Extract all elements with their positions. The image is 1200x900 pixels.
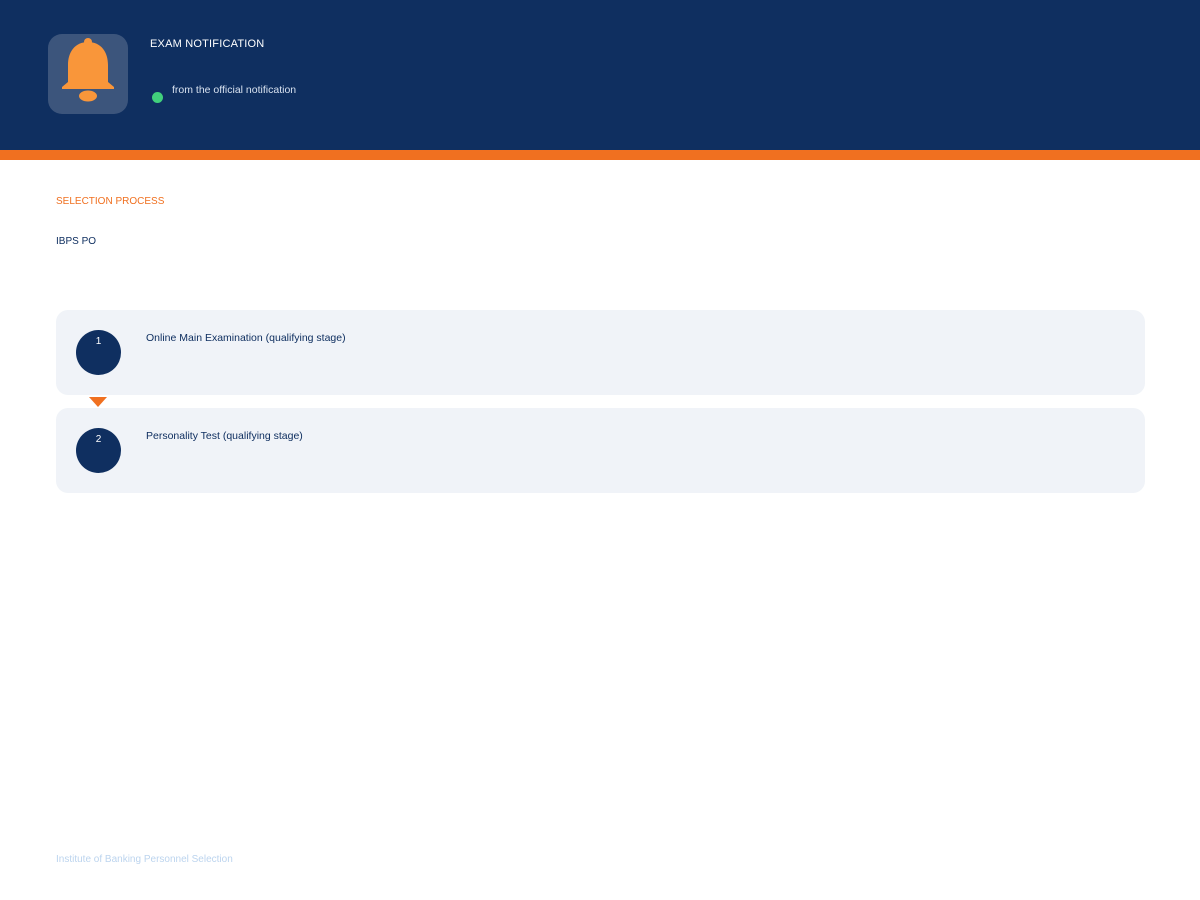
step-description: Personality Test (qualifying stage) [146,430,303,442]
page: EXAM NOTIFICATION from the official noti… [0,0,1200,900]
step-description: Online Main Examination (qualifying stag… [146,332,346,344]
step-card-1: 1 Online Main Examination (qualifying st… [56,310,1145,395]
section-label: SELECTION PROCESS [56,196,165,207]
accent-divider [0,150,1200,160]
status-dot [152,92,163,103]
step-number-badge: 2 [76,428,121,473]
header-banner: EXAM NOTIFICATION from the official noti… [0,0,1200,150]
footer-organization: Institute of Banking Personnel Selection [56,854,233,865]
step-number-badge: 1 [76,330,121,375]
step-card-2: 2 Personality Test (qualifying stage) [56,408,1145,493]
bell-icon [62,38,114,102]
step-connector-arrow-icon [89,397,107,407]
notification-icon-tile [48,34,128,114]
header-title: EXAM NOTIFICATION [150,38,265,50]
exam-name: IBPS PO [56,236,97,247]
header-subtitle: from the official notification [172,84,297,96]
